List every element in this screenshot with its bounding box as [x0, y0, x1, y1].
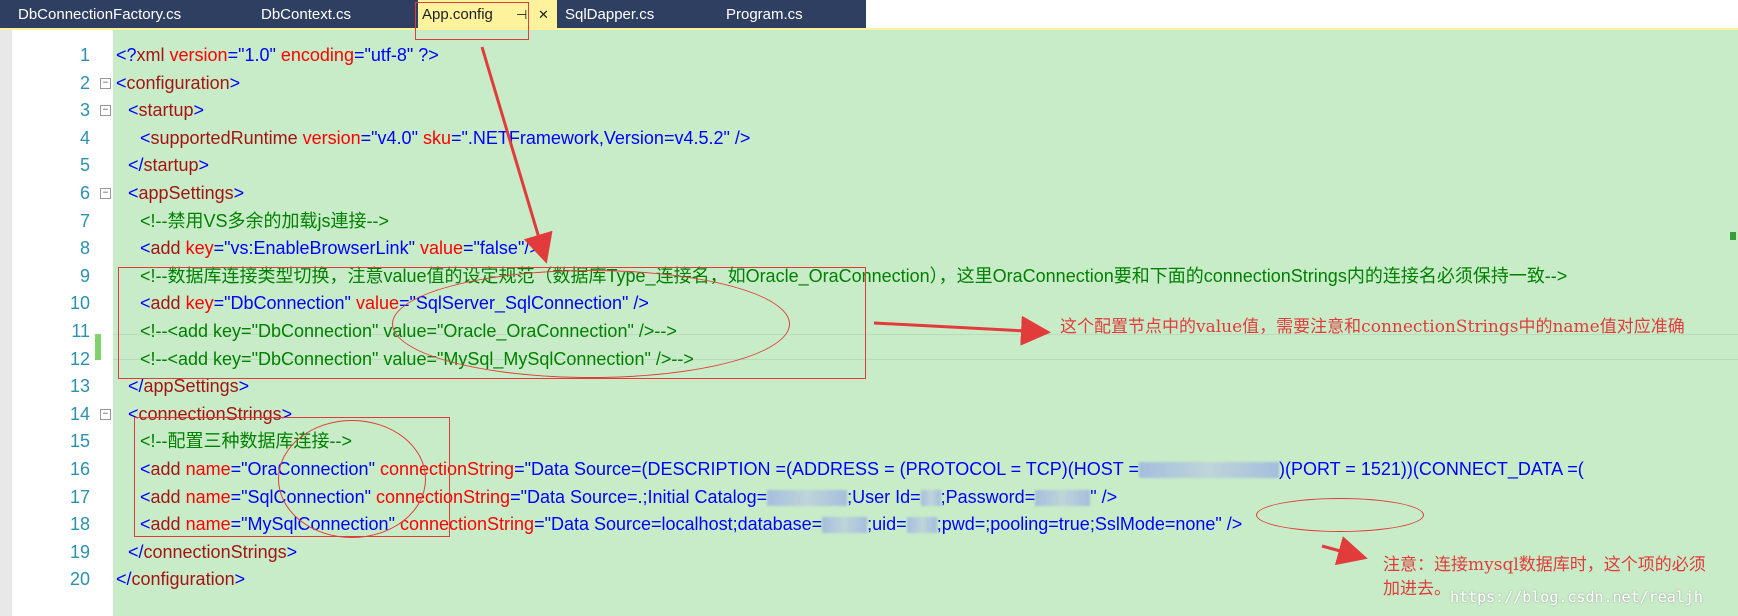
line-number: 4 [79, 127, 90, 148]
code-text: <supportedRuntime version="v4.0" sku=".N… [140, 127, 751, 148]
code-text: <configuration> [116, 72, 241, 93]
watermark: https://blog.csdn.net/realjh [1450, 588, 1703, 606]
code-text: <?xml version="1.0" encoding="utf-8" ?> [116, 45, 439, 65]
code-line: 2 − <configuration> [0, 70, 1738, 98]
collapse-icon[interactable]: − [100, 408, 111, 420]
line-number: 5 [79, 155, 90, 176]
redacted-password [1035, 489, 1091, 506]
code-text: <appSettings> [128, 183, 245, 203]
code-text: <startup> [128, 100, 205, 121]
collapse-icon[interactable]: − [100, 105, 111, 117]
line-number: 13 [69, 376, 90, 397]
annotation-note-mysql: 注意：连接mysql数据库时，这个项的必须 [1383, 555, 1706, 575]
code-line: 3 − <startup> [0, 97, 1738, 125]
line-number: 11 [71, 321, 90, 341]
line-number: 18 [69, 514, 90, 535]
line-number: 15 [69, 431, 90, 452]
code-text: </startup> [128, 155, 210, 176]
code-line: 8 <add key="vs:EnableBrowserLink" value=… [0, 235, 1738, 263]
tab-bar: DbConnectionFactory.cs DbContext.cs App.… [0, 0, 1738, 30]
code-text: <add key="vs:EnableBrowserLink" value="f… [140, 238, 540, 259]
close-icon[interactable]: ✕ [538, 0, 549, 30]
tab-dbcontext[interactable]: DbContext.cs [261, 0, 401, 28]
tab-label: DbConnectionFactory.cs [18, 6, 182, 23]
line-number: 2 [79, 72, 90, 93]
tab-program[interactable]: Program.cs [726, 0, 836, 28]
annotation-ellipse-sslmode [1256, 498, 1424, 532]
tab-label: DbContext.cs [261, 6, 352, 23]
tab-sqldapper[interactable]: SqlDapper.cs [565, 0, 685, 28]
tab-label: SqlDapper.cs [565, 6, 655, 23]
line-number: 19 [69, 541, 90, 562]
annotation-box-tab [415, 2, 529, 40]
tab-label: Program.cs [726, 6, 803, 23]
line-number: 16 [69, 459, 90, 479]
line-number: 12 [69, 348, 90, 369]
code-text: </configuration> [116, 569, 246, 590]
line-number: 20 [69, 569, 90, 590]
redacted-database [822, 517, 868, 534]
code-line: 1 <?xml version="1.0" encoding="utf-8" ?… [0, 42, 1738, 70]
line-number: 8 [79, 238, 90, 259]
line-number: 7 [79, 210, 90, 231]
code-line: 7 <!--禁用VS多余的加载js連接--> [0, 208, 1738, 236]
redacted-catalog [767, 489, 848, 506]
code-line: 5 </startup> [0, 152, 1738, 180]
code-comment: <!--禁用VS多余的加载js連接--> [140, 210, 390, 231]
line-number: 9 [79, 265, 90, 286]
line-number: 1 [79, 45, 90, 65]
line-number: 14 [69, 403, 90, 424]
line-number: 17 [69, 486, 90, 507]
code-line: 4 <supportedRuntime version="v4.0" sku="… [0, 125, 1738, 153]
annotation-ellipse-names [278, 420, 426, 538]
line-number: 6 [79, 183, 90, 203]
code-line: 6 − <appSettings> [0, 180, 1738, 208]
code-text: </connectionStrings> [128, 541, 298, 562]
redacted-user [920, 489, 941, 506]
annotation-note-value: 这个配置节点中的value值，需要注意和connectionStrings中的n… [1060, 317, 1685, 337]
annotation-note-mysql-cont: 加进去。 [1383, 579, 1451, 599]
redacted-host [1138, 462, 1279, 479]
collapse-icon[interactable]: − [100, 77, 111, 89]
collapse-icon[interactable]: − [100, 188, 111, 199]
tab-dbconnectionfactory[interactable]: DbConnectionFactory.cs [18, 0, 208, 28]
line-number: 10 [69, 293, 90, 314]
redacted-uid [906, 517, 937, 534]
annotation-ellipse-values [392, 270, 790, 378]
line-number: 3 [79, 100, 90, 121]
